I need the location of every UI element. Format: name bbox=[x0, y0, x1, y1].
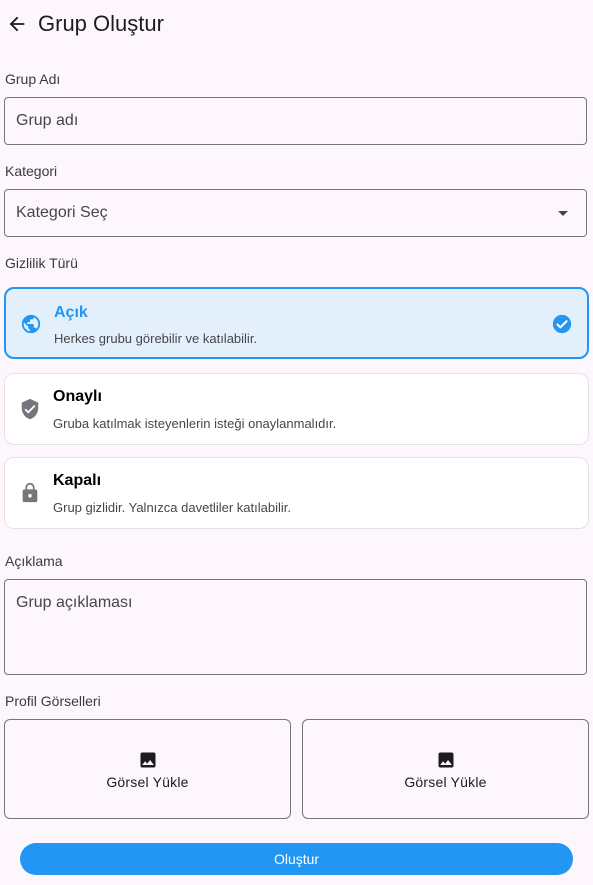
description-placeholder: Grup açıklaması bbox=[16, 594, 133, 611]
upload-image-label: Görsel Yükle bbox=[404, 774, 487, 790]
privacy-option-approved[interactable]: Onaylı Gruba katılmak isteyenlerin isteğ… bbox=[4, 373, 589, 445]
verified-shield-icon bbox=[19, 398, 41, 420]
image-icon bbox=[140, 752, 155, 768]
profile-images-label: Profil Görselleri bbox=[5, 693, 101, 709]
arrow-left-icon bbox=[9, 16, 25, 32]
privacy-option-closed[interactable]: Kapalı Grup gizlidir. Yalnızca davetlile… bbox=[4, 457, 589, 529]
upload-image-label: Görsel Yükle bbox=[106, 774, 189, 790]
image-icon bbox=[438, 752, 453, 768]
lock-icon bbox=[19, 482, 41, 504]
globe-icon bbox=[20, 313, 42, 335]
category-selected: Kategori Seç bbox=[16, 204, 108, 221]
privacy-option-title: Onaylı bbox=[53, 388, 102, 405]
description-label: Açıklama bbox=[5, 553, 63, 569]
privacy-label: Gizlilik Türü bbox=[5, 255, 78, 271]
app-bar: Grup Oluştur bbox=[0, 0, 593, 50]
group-name-input[interactable]: Grup adı bbox=[4, 97, 587, 145]
category-dropdown[interactable]: Kategori Seç bbox=[4, 189, 587, 237]
category-label: Kategori bbox=[5, 163, 58, 179]
privacy-option-description: Gruba katılmak isteyenlerin isteği onayl… bbox=[53, 416, 337, 431]
group-name-label: Grup Adı bbox=[5, 71, 61, 87]
back-button[interactable] bbox=[4, 11, 30, 37]
description-textarea[interactable]: Grup açıklaması bbox=[4, 579, 587, 675]
privacy-option-title: Kapalı bbox=[53, 472, 102, 489]
privacy-option-open[interactable]: Açık Herkes grubu görebilir ve katılabil… bbox=[4, 287, 589, 359]
privacy-option-description: Herkes grubu görebilir ve katılabilir. bbox=[54, 331, 258, 346]
page-title: Grup Oluştur bbox=[38, 11, 164, 36]
upload-image-button[interactable]: Görsel Yükle bbox=[4, 719, 291, 819]
check-circle-icon bbox=[552, 314, 572, 334]
group-name-placeholder: Grup adı bbox=[16, 112, 79, 129]
dropdown-arrow-icon bbox=[558, 211, 568, 216]
privacy-option-title: Açık bbox=[54, 304, 88, 321]
privacy-option-description: Grup gizlidir. Yalnızca davetliler katıl… bbox=[53, 500, 291, 515]
upload-image-button[interactable]: Görsel Yükle bbox=[302, 719, 589, 819]
create-button[interactable]: Oluştur bbox=[20, 843, 573, 875]
